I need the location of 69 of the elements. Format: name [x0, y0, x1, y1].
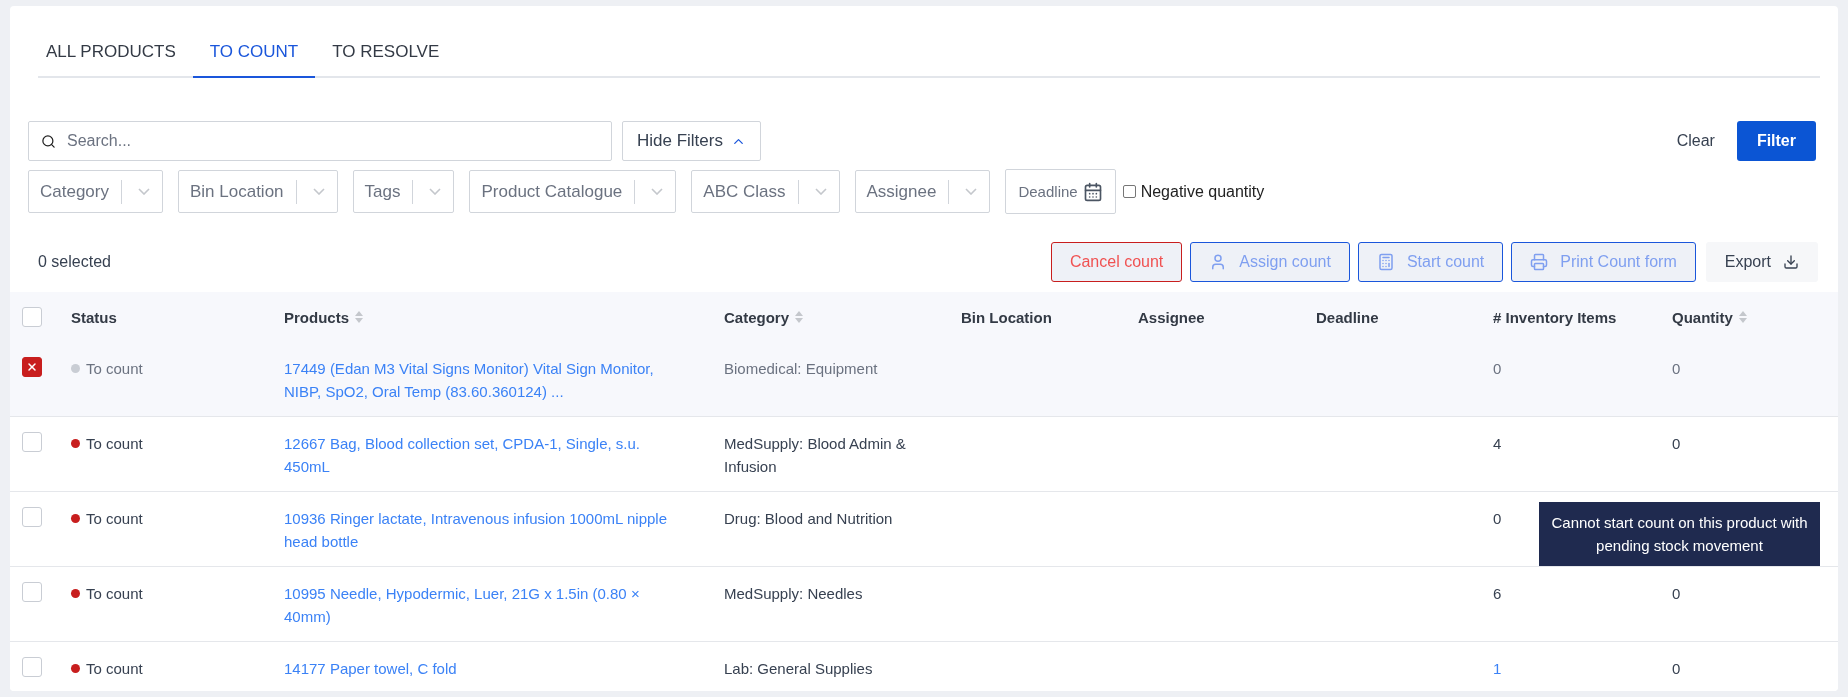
- chevron-down-icon: [965, 188, 978, 195]
- filter-button[interactable]: Filter: [1736, 121, 1816, 161]
- filter-dropdown[interactable]: Tags: [352, 170, 455, 213]
- tab[interactable]: TO RESOLVE: [315, 42, 457, 78]
- chevron-down-icon: [651, 188, 664, 195]
- category-cell-text: Lab: General Supplies: [724, 660, 874, 677]
- selected-count: 0 selected: [37, 253, 111, 271]
- filter-dropdown[interactable]: ABC Class: [691, 170, 840, 213]
- tab[interactable]: TO COUNT: [192, 42, 316, 78]
- filter-dropdown[interactable]: Category: [28, 170, 163, 213]
- product-link[interactable]: 12667 Bag, Blood collection set, CPDA-1, Single, s.u. 450mL: [284, 432, 679, 478]
- inventory-cell-text: 4: [1493, 435, 1503, 452]
- clear-button[interactable]: Clear: [1664, 132, 1727, 150]
- category-cell-text: MedSupply: Needles: [724, 585, 864, 602]
- sort-icon: [355, 311, 363, 323]
- checkbox-label: Negative quantity: [1140, 182, 1265, 201]
- inventory-cell-text: 0: [1493, 360, 1503, 377]
- printer-icon: [1530, 253, 1549, 271]
- inventory-link[interactable]: 1: [1493, 657, 1672, 680]
- action-button[interactable]: Cancel count: [1050, 242, 1183, 282]
- column-header: Bin Location: [961, 308, 1052, 326]
- action-button[interactable]: Export: [1705, 242, 1818, 282]
- status-text: To count: [86, 434, 143, 454]
- quantity-cell-text: 0: [1672, 585, 1682, 602]
- product-link[interactable]: 14177 Paper towel, C fold: [284, 657, 679, 680]
- download-icon: [1783, 254, 1799, 270]
- calendar-icon: [1082, 181, 1103, 202]
- column-header[interactable]: Quantity: [1672, 308, 1747, 326]
- quantity-cell-text: 0: [1672, 660, 1682, 677]
- chevron-down-icon: [814, 188, 827, 195]
- quantity-cell-text: 0: [1672, 360, 1682, 377]
- search-icon: [41, 134, 56, 149]
- tooltip: Cannot start count on this product with pending stock movement: [1539, 502, 1820, 566]
- product-link[interactable]: 10936 Ringer lactate, Intravenous infusion 1000mL nipple head bottle: [284, 507, 679, 553]
- column-header: # Inventory Items: [1493, 308, 1617, 326]
- hide-filters-button[interactable]: Hide Filters: [622, 121, 761, 161]
- chevron-down-icon: [429, 188, 442, 195]
- category-cell-text: Drug: Blood and Nutrition: [724, 510, 894, 527]
- calculator-icon: [1376, 253, 1395, 271]
- column-header: Status: [71, 308, 117, 326]
- close-icon: [26, 361, 38, 373]
- tab[interactable]: ALL PRODUCTS: [38, 42, 193, 78]
- filter-dropdown[interactable]: Bin Location: [178, 170, 338, 213]
- sort-icon: [795, 311, 804, 323]
- inventory-cell-text: 6: [1493, 585, 1503, 602]
- column-header[interactable]: Products: [284, 308, 363, 326]
- product-link[interactable]: 17449 (Edan M3 Vital Signs Monitor) Vital Sign Monitor, NIBP, SpO2, Oral Temp (83.60.360124) ...: [284, 357, 679, 403]
- sort-icon: [1738, 311, 1747, 323]
- chevron-down-icon: [312, 188, 325, 195]
- status-text: To count: [86, 584, 143, 604]
- category-cell-text: Biomedical: Equipment: [724, 360, 879, 377]
- quantity-cell-text: 0: [1672, 435, 1682, 452]
- checkbox[interactable]: [1122, 185, 1136, 198]
- select-all-checkbox[interactable]: [22, 307, 42, 327]
- column-header: Assignee: [1138, 308, 1205, 326]
- status-text: To count: [86, 359, 143, 379]
- row-checkbox[interactable]: [22, 357, 42, 377]
- column-header: Deadline: [1316, 308, 1379, 326]
- status-text: To count: [86, 659, 143, 679]
- status-text: To count: [86, 509, 143, 529]
- chevron-down-icon: [138, 188, 150, 195]
- product-link[interactable]: 10995 Needle, Hypodermic, Luer, 21G x 1.5in (0.80 × 40mm): [284, 582, 679, 628]
- inventory-cell-text: 0: [1493, 510, 1503, 527]
- search-field[interactable]: Search...: [28, 121, 612, 161]
- column-header[interactable]: Category: [724, 308, 804, 326]
- category-cell: MedSupply: Blood Admin & Infusion: [724, 435, 906, 475]
- filter-dropdown[interactable]: Assignee: [854, 170, 991, 213]
- deadline-picker[interactable]: Deadline: [1005, 169, 1116, 214]
- filter-dropdown[interactable]: Product Catalogue: [469, 170, 677, 213]
